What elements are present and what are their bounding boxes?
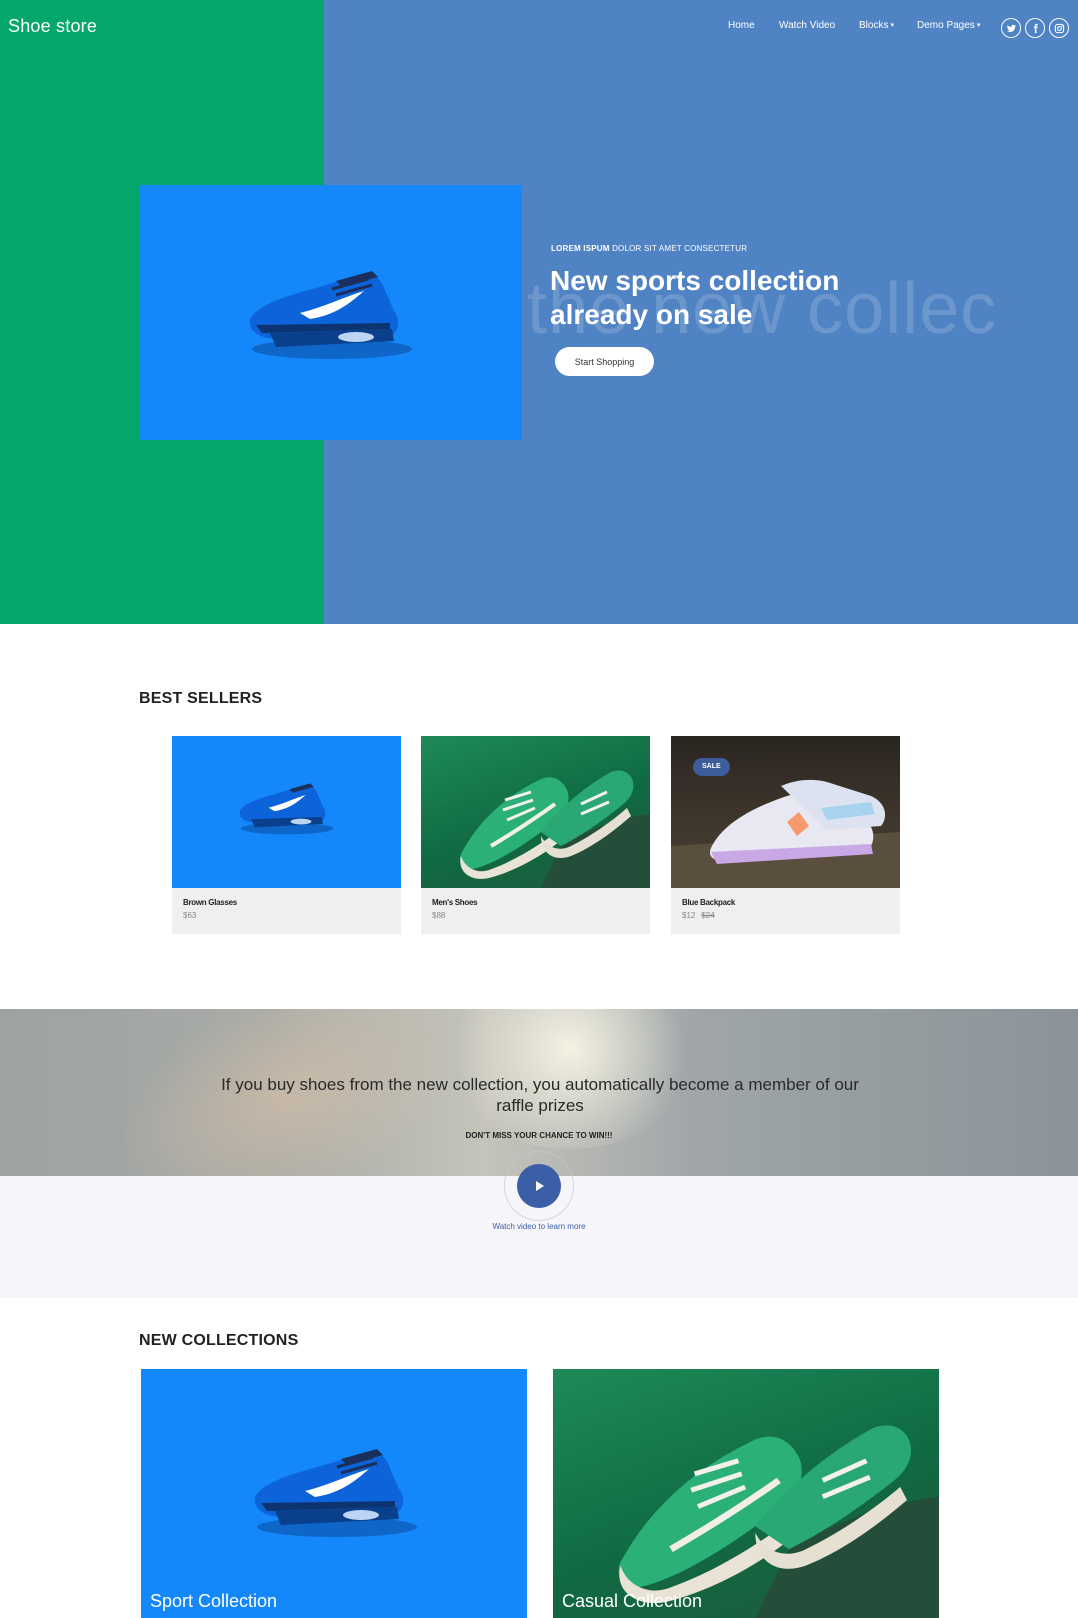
hero-eyebrow-bold: LOREM ISPUM (551, 244, 610, 253)
nav-demo-pages[interactable]: Demo Pages ▾ (917, 20, 980, 31)
product-image (421, 736, 650, 888)
collection-label: Casual Collection (562, 1591, 703, 1611)
collection-label: Sport Collection (150, 1591, 278, 1611)
nav-blocks[interactable]: Blocks ▾ (859, 20, 894, 31)
nav-home[interactable]: Home (728, 20, 755, 31)
hero-section: Shoe store Home Watch Video Blocks ▾ Demo… (0, 0, 1078, 624)
product-price-value: $12 (682, 911, 696, 920)
product-card[interactable]: SALE Blue Backpack $12 $24 (671, 736, 900, 934)
facebook-icon[interactable] (1025, 18, 1045, 38)
green-sneakers-photo (553, 1369, 939, 1618)
green-sneakers-photo (421, 736, 650, 888)
product-old-price: $24 (701, 911, 715, 920)
nav-watch-video[interactable]: Watch Video (779, 20, 835, 31)
product-name: Blue Backpack (682, 898, 736, 907)
start-shopping-button[interactable]: Start Shopping (555, 347, 654, 376)
nav-demo-pages-label: Demo Pages (917, 20, 975, 31)
nav-watch-video-label: Watch Video (779, 20, 836, 31)
nav-blocks-label: Blocks (859, 20, 889, 31)
collection-card-sport[interactable]: Sport Collection (141, 1369, 527, 1618)
hero-title-line2: already on sale (550, 299, 753, 330)
product-card[interactable]: Brown Glasses $63 (172, 736, 401, 934)
instagram-icon[interactable] (1049, 18, 1069, 38)
hero-eyebrow-rest: DOLOR SIT AMET CONSECTETUR (609, 244, 748, 253)
chevron-down-icon: ▾ (890, 22, 894, 29)
product-name: Men's Shoes (432, 898, 478, 907)
nav-home-label: Home (728, 20, 755, 31)
product-price: $12 $24 (682, 911, 715, 920)
chevron-down-icon: ▾ (976, 22, 981, 29)
product-price: $63 (183, 911, 196, 920)
sneaker-image (254, 1449, 417, 1537)
promo-subtext: DON'T MISS YOUR CHANCE TO WIN!!! (465, 1131, 613, 1140)
sale-badge: SALE (693, 758, 730, 776)
product-image (172, 736, 401, 888)
new-collections-heading: NEW COLLECTIONS (139, 1332, 299, 1349)
twitter-icon[interactable] (1001, 18, 1021, 38)
watch-video-link[interactable]: Watch video to learn more (0, 1222, 1078, 1231)
sneaker-image (249, 271, 412, 359)
hero-eyebrow: LOREM ISPUM DOLOR SIT AMET CONSECTETUR (551, 244, 747, 253)
hero-title-line1: New sports collection (550, 265, 840, 296)
product-price-value: $63 (183, 911, 197, 920)
product-card[interactable]: Men's Shoes $88 (421, 736, 650, 934)
play-video-button[interactable] (517, 1164, 561, 1208)
product-image: SALE (671, 736, 900, 888)
best-sellers-heading: BEST SELLERS (139, 690, 263, 707)
hero-product-image (140, 185, 522, 440)
hero-title: New sports collection already on sale (550, 264, 890, 332)
product-price: $88 (432, 911, 445, 920)
product-price-value: $88 (432, 911, 446, 920)
sneaker-image (239, 783, 334, 835)
main-nav: Home Watch Video Blocks ▾ Demo Pages ▾ (0, 20, 1078, 36)
promo-text: If you buy shoes from the new collection… (221, 1075, 859, 1115)
play-icon (536, 1181, 544, 1191)
collection-card-casual[interactable]: Casual Collection (553, 1369, 939, 1618)
product-name: Brown Glasses (183, 898, 237, 907)
